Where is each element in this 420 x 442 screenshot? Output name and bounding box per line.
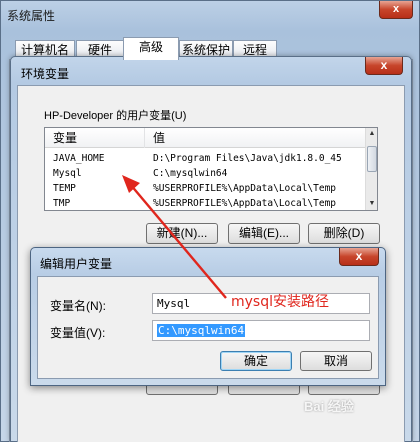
row-value: D:\Program Files\Java\jdk1.8.0_45 xyxy=(153,153,342,164)
table-row[interactable]: JAVA_HOME D:\Program Files\Java\jdk1.8.0… xyxy=(45,152,367,166)
edit-dialog-cancel-button[interactable]: 取消 xyxy=(300,351,372,371)
environment-variables-close-button[interactable]: x xyxy=(365,57,403,75)
variable-value-input[interactable]: C:\mysqlwin64 xyxy=(152,320,370,341)
edit-dialog-ok-button[interactable]: 确定 xyxy=(220,351,292,371)
row-variable: TEMP xyxy=(53,183,76,194)
new-variable-button[interactable]: 新建(N)... xyxy=(146,223,218,244)
scrollbar-thumb[interactable] xyxy=(367,146,377,172)
variable-name-label: 变量名(N): xyxy=(50,299,106,313)
system-properties-close-button[interactable]: x xyxy=(379,1,413,19)
user-variables-group-label: HP-Developer 的用户变量(U) xyxy=(44,110,187,122)
row-value: %USERPROFILE%\AppData\Local\Temp xyxy=(153,183,337,194)
table-row[interactable]: TMP %USERPROFILE%\AppData\Local\Temp xyxy=(45,197,367,210)
row-value: %USERPROFILE%\AppData\Local\Temp xyxy=(153,198,337,209)
edit-user-variable-dialog: 编辑用户变量 x 变量名(N): Mysql 变量值(V): C:\mysqlw… xyxy=(30,247,386,386)
list-header: 变量 值 xyxy=(45,128,367,148)
variable-value-label: 变量值(V): xyxy=(50,326,106,340)
list-scrollbar[interactable]: ▲ ▼ xyxy=(365,128,377,210)
column-header-value[interactable]: 值 xyxy=(145,128,367,148)
annotation-text: mysql安装路径 xyxy=(231,294,329,310)
variable-value-selected-text: C:\mysqlwin64 xyxy=(157,324,246,337)
watermark-logo: Bai 经验 xyxy=(304,399,354,414)
user-variables-list[interactable]: 变量 值 JAVA_HOME D:\Program Files\Java\jdk… xyxy=(44,127,378,211)
table-row[interactable]: TEMP %USERPROFILE%\AppData\Local\Temp xyxy=(45,182,367,196)
column-header-variable[interactable]: 变量 xyxy=(45,128,145,148)
delete-variable-button[interactable]: 删除(D) xyxy=(308,223,380,244)
row-variable: Mysql xyxy=(53,168,82,179)
edit-dialog-close-button[interactable]: x xyxy=(339,248,379,266)
system-properties-title: 系统属性 xyxy=(7,9,56,23)
scroll-up-arrow-icon[interactable]: ▲ xyxy=(366,128,377,140)
edit-dialog-title: 编辑用户变量 xyxy=(40,257,113,271)
table-row[interactable]: Mysql C:\mysqlwin64 xyxy=(45,167,367,181)
tab-advanced[interactable]: 高级 xyxy=(123,37,179,60)
row-variable: TMP xyxy=(53,198,71,209)
row-value: C:\mysqlwin64 xyxy=(153,168,228,179)
edit-variable-button[interactable]: 编辑(E)... xyxy=(228,223,300,244)
scroll-down-arrow-icon[interactable]: ▼ xyxy=(366,198,377,210)
environment-variables-title: 环境变量 xyxy=(21,67,70,81)
row-variable: JAVA_HOME xyxy=(53,153,105,164)
